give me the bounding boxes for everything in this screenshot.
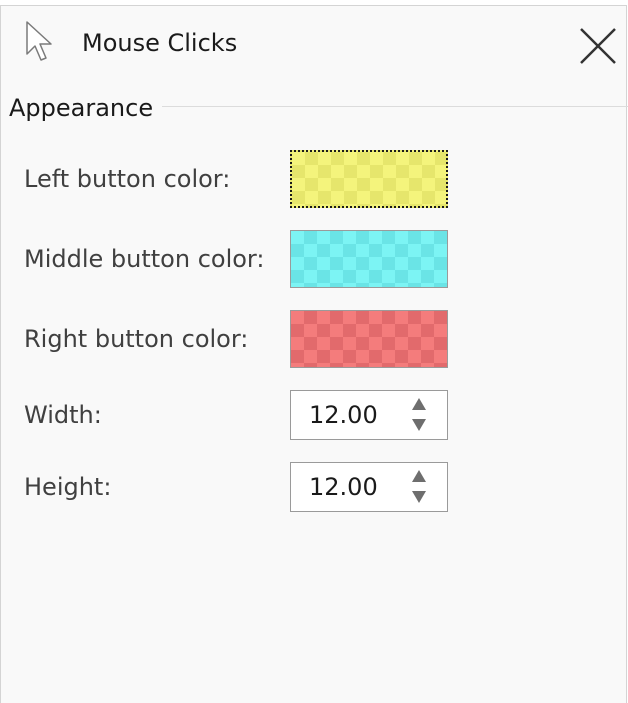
spin-down-icon[interactable] bbox=[409, 416, 429, 434]
close-icon[interactable] bbox=[577, 25, 619, 67]
cursor-arrow-icon bbox=[26, 21, 52, 61]
middle-button-color-label: Middle button color: bbox=[24, 245, 265, 273]
height-spinbox[interactable]: 12.00 bbox=[290, 462, 448, 512]
section-divider bbox=[162, 106, 628, 107]
spin-down-icon[interactable] bbox=[409, 488, 429, 506]
spin-up-icon[interactable] bbox=[409, 395, 429, 413]
mouse-clicks-panel: Mouse Clicks Appearance Left button colo… bbox=[0, 5, 628, 703]
width-spinbox[interactable]: 12.00 bbox=[290, 390, 448, 440]
appearance-section-title: Appearance bbox=[9, 94, 154, 122]
title-bar: Mouse Clicks bbox=[1, 6, 626, 82]
spin-up-icon[interactable] bbox=[409, 467, 429, 485]
width-value[interactable]: 12.00 bbox=[309, 400, 378, 430]
height-label: Height: bbox=[24, 473, 112, 501]
height-value[interactable]: 12.00 bbox=[309, 472, 378, 502]
left-button-color-label: Left button color: bbox=[24, 165, 231, 193]
right-button-color-swatch[interactable] bbox=[290, 310, 448, 368]
left-button-color-swatch[interactable] bbox=[290, 150, 448, 208]
middle-button-color-swatch[interactable] bbox=[290, 230, 448, 288]
window-title: Mouse Clicks bbox=[82, 29, 238, 57]
width-label: Width: bbox=[24, 401, 102, 429]
right-button-color-label: Right button color: bbox=[24, 325, 249, 353]
